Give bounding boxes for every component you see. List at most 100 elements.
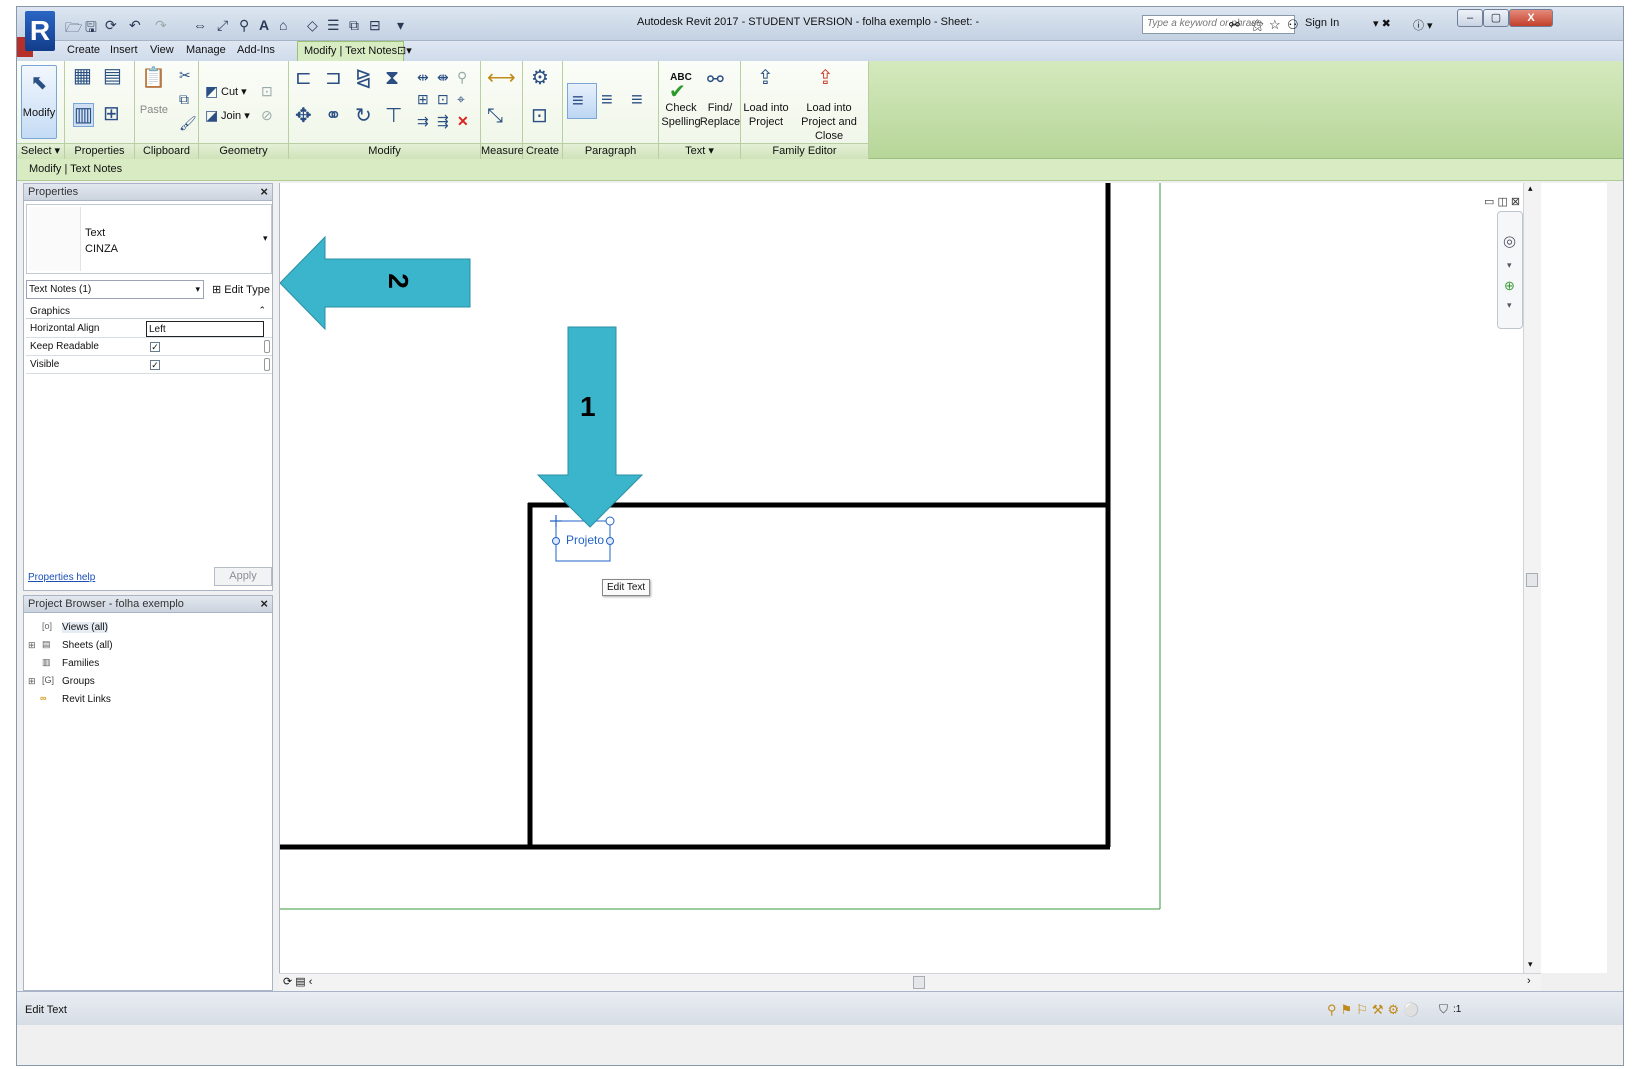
tab-view[interactable]: View (150, 44, 174, 56)
dimension-icon[interactable]: ⤢ (217, 17, 228, 34)
exchange-apps-icon[interactable]: ▾ ✖ (1373, 17, 1391, 30)
align-center-icon[interactable]: ≡ (601, 89, 613, 111)
close-hidden-icon[interactable]: ⧉ (349, 17, 359, 34)
offset-icon[interactable]: ⊐ (325, 67, 342, 89)
match-properties-icon[interactable]: 🖌 (179, 115, 197, 131)
scroll-up-icon[interactable]: ▴ (1528, 183, 1533, 194)
filter-icon[interactable]: ⛉ (1439, 1002, 1448, 1017)
load-and-close-icon[interactable]: ⇪ (817, 67, 834, 89)
browser-item-views[interactable]: Views (all) (62, 622, 108, 633)
vertical-scroll-thumb[interactable] (1526, 573, 1538, 587)
horizontal-scroll-thumb[interactable] (913, 976, 925, 989)
wall-joins-icon[interactable]: ⊡ (261, 83, 273, 99)
horizontal-align-field[interactable]: Left (146, 321, 264, 337)
array-icon[interactable]: ⊞ (417, 91, 429, 107)
wheel-dropdown-icon[interactable]: ▾ (1507, 260, 1512, 271)
check-spelling-label-1[interactable]: Check (661, 101, 701, 115)
text-width-grip-icon[interactable] (552, 537, 560, 545)
zoom-icon[interactable]: ⊕ (1504, 278, 1515, 294)
modify-button[interactable]: ⬉ Modify (21, 65, 57, 139)
browser-close-icon[interactable]: × (260, 596, 268, 611)
rotate-icon[interactable]: ↻ (355, 105, 372, 127)
text-note[interactable]: Projeto (566, 533, 604, 547)
properties-toggle-icon[interactable]: ▥ (73, 103, 94, 127)
type-selector[interactable]: Text CINZA ▾ (26, 204, 272, 274)
tab-insert[interactable]: Insert (110, 44, 138, 56)
favorites-icon[interactable]: ☆ (1269, 17, 1281, 33)
tab-manage[interactable]: Manage (186, 44, 226, 56)
thin-lines-icon[interactable]: ☰ (327, 17, 340, 34)
user-icon[interactable]: ⚇ (1287, 17, 1299, 33)
vertical-scrollbar[interactable]: ▴ ▾ (1523, 183, 1541, 973)
measure-icon[interactable]: ⇔ (193, 17, 207, 33)
param-button[interactable] (264, 340, 270, 353)
apply-button[interactable]: Apply (214, 567, 272, 586)
move-grip-icon[interactable] (550, 515, 562, 527)
load-into-project-label-2[interactable]: Project (743, 115, 789, 129)
select-dropdown[interactable]: Select ▾ (17, 143, 64, 159)
text-icon[interactable]: A (259, 17, 269, 33)
ribbon-minimize-icon[interactable]: ⊡▾ (397, 44, 412, 57)
paste-icon[interactable]: 📋 (141, 67, 166, 89)
mirror-axis-icon[interactable]: ⧎ (355, 67, 372, 89)
redo-icon[interactable]: ↷ (155, 17, 167, 34)
undo-icon[interactable]: ↶ (129, 17, 141, 34)
3d-view-icon[interactable]: ⌂ (279, 17, 287, 33)
cut-icon[interactable]: ◩ (205, 83, 218, 99)
delete-icon[interactable]: ✕ (457, 113, 469, 129)
load-and-close-label-2[interactable]: Project and Close (789, 115, 869, 143)
keep-readable-checkbox[interactable]: ✓ (150, 342, 160, 352)
mirror-draw-icon[interactable]: ⧗ (385, 67, 399, 89)
copy-icon[interactable]: ⧉ (179, 91, 189, 107)
join-label[interactable]: Join ▾ (221, 109, 250, 123)
text-width-grip-icon[interactable] (606, 537, 614, 545)
scroll-right-icon[interactable]: › (1527, 975, 1531, 987)
join-icon[interactable]: ◪ (205, 107, 218, 123)
create-similar-icon[interactable]: ⚙ (531, 67, 549, 89)
cut-label[interactable]: Cut ▾ (221, 85, 247, 99)
split-gap-icon[interactable]: ⇼ (437, 69, 449, 85)
find-replace-label-2[interactable]: Replace (699, 115, 741, 129)
align-left-button[interactable]: ≡ (567, 83, 597, 119)
pin-icon[interactable]: ⚲ (457, 69, 467, 85)
sign-in-link[interactable]: Sign In (1305, 17, 1339, 29)
trim-icon[interactable]: ⊤ (385, 105, 402, 127)
load-into-project-label-1[interactable]: Load into (743, 101, 789, 115)
trim-single-icon[interactable]: ⇶ (437, 113, 449, 129)
measure-tool-icon[interactable]: ⟷ (487, 67, 516, 89)
check-spelling-icon[interactable]: ✔ (669, 81, 686, 103)
binoculars-icon[interactable]: ⚯ (1229, 17, 1240, 33)
tab-add-ins[interactable]: Add-Ins (237, 44, 275, 56)
collapse-icon[interactable]: ⌃ (258, 305, 266, 316)
view-window-controls[interactable]: ▭ ◫ ⊠ (1484, 195, 1520, 208)
properties-help-link[interactable]: Properties help (28, 572, 95, 583)
split-face-icon[interactable]: ⊘ (261, 107, 273, 123)
maximize-button[interactable]: ▢ (1483, 9, 1509, 27)
close-button[interactable]: X (1509, 9, 1553, 27)
expand-icon[interactable]: ⊞ (28, 676, 36, 687)
help-icon[interactable]: ⓘ ▾ (1413, 17, 1433, 33)
load-into-project-icon[interactable]: ⇪ (757, 67, 774, 89)
revit-logo[interactable]: R (25, 11, 55, 51)
find-replace-label-1[interactable]: Find/ (699, 101, 741, 115)
copy-element-icon[interactable]: ⚭ (325, 105, 342, 127)
horizontal-scrollbar[interactable]: ⟳ ▤ ‹ › (279, 973, 1541, 991)
steering-wheel-icon[interactable]: ◎ (1503, 232, 1516, 250)
tab-create[interactable]: Create (67, 44, 100, 56)
sync-icon[interactable]: ⟳ (105, 17, 117, 34)
type-dropdown-icon[interactable]: ▾ (263, 233, 268, 244)
switch-windows-icon[interactable]: ⊟ (369, 17, 381, 34)
unpin-icon[interactable]: ⌖ (457, 91, 465, 107)
drawing-area[interactable]: 1 2 Projeto Edit Text ▭ ◫ ⊠ (279, 183, 1607, 973)
browser-item-revit-links[interactable]: Revit Links (62, 694, 111, 705)
instance-dropdown-icon[interactable]: ▾ (195, 284, 200, 295)
save-icon[interactable]: 🖫 (85, 17, 97, 41)
tab-modify-text-notes[interactable]: Modify | Text Notes (297, 41, 405, 61)
scroll-down-icon[interactable]: ▾ (1528, 959, 1533, 970)
open-icon[interactable]: 🗁 (65, 17, 82, 41)
subscription-icon[interactable]: ⚝ (1251, 17, 1264, 33)
check-spelling-label-2[interactable]: Spelling (661, 115, 701, 129)
browser-item-families[interactable]: Families (62, 658, 99, 669)
properties-close-icon[interactable]: × (260, 184, 268, 199)
find-replace-icon[interactable]: ⚯ (707, 69, 724, 91)
